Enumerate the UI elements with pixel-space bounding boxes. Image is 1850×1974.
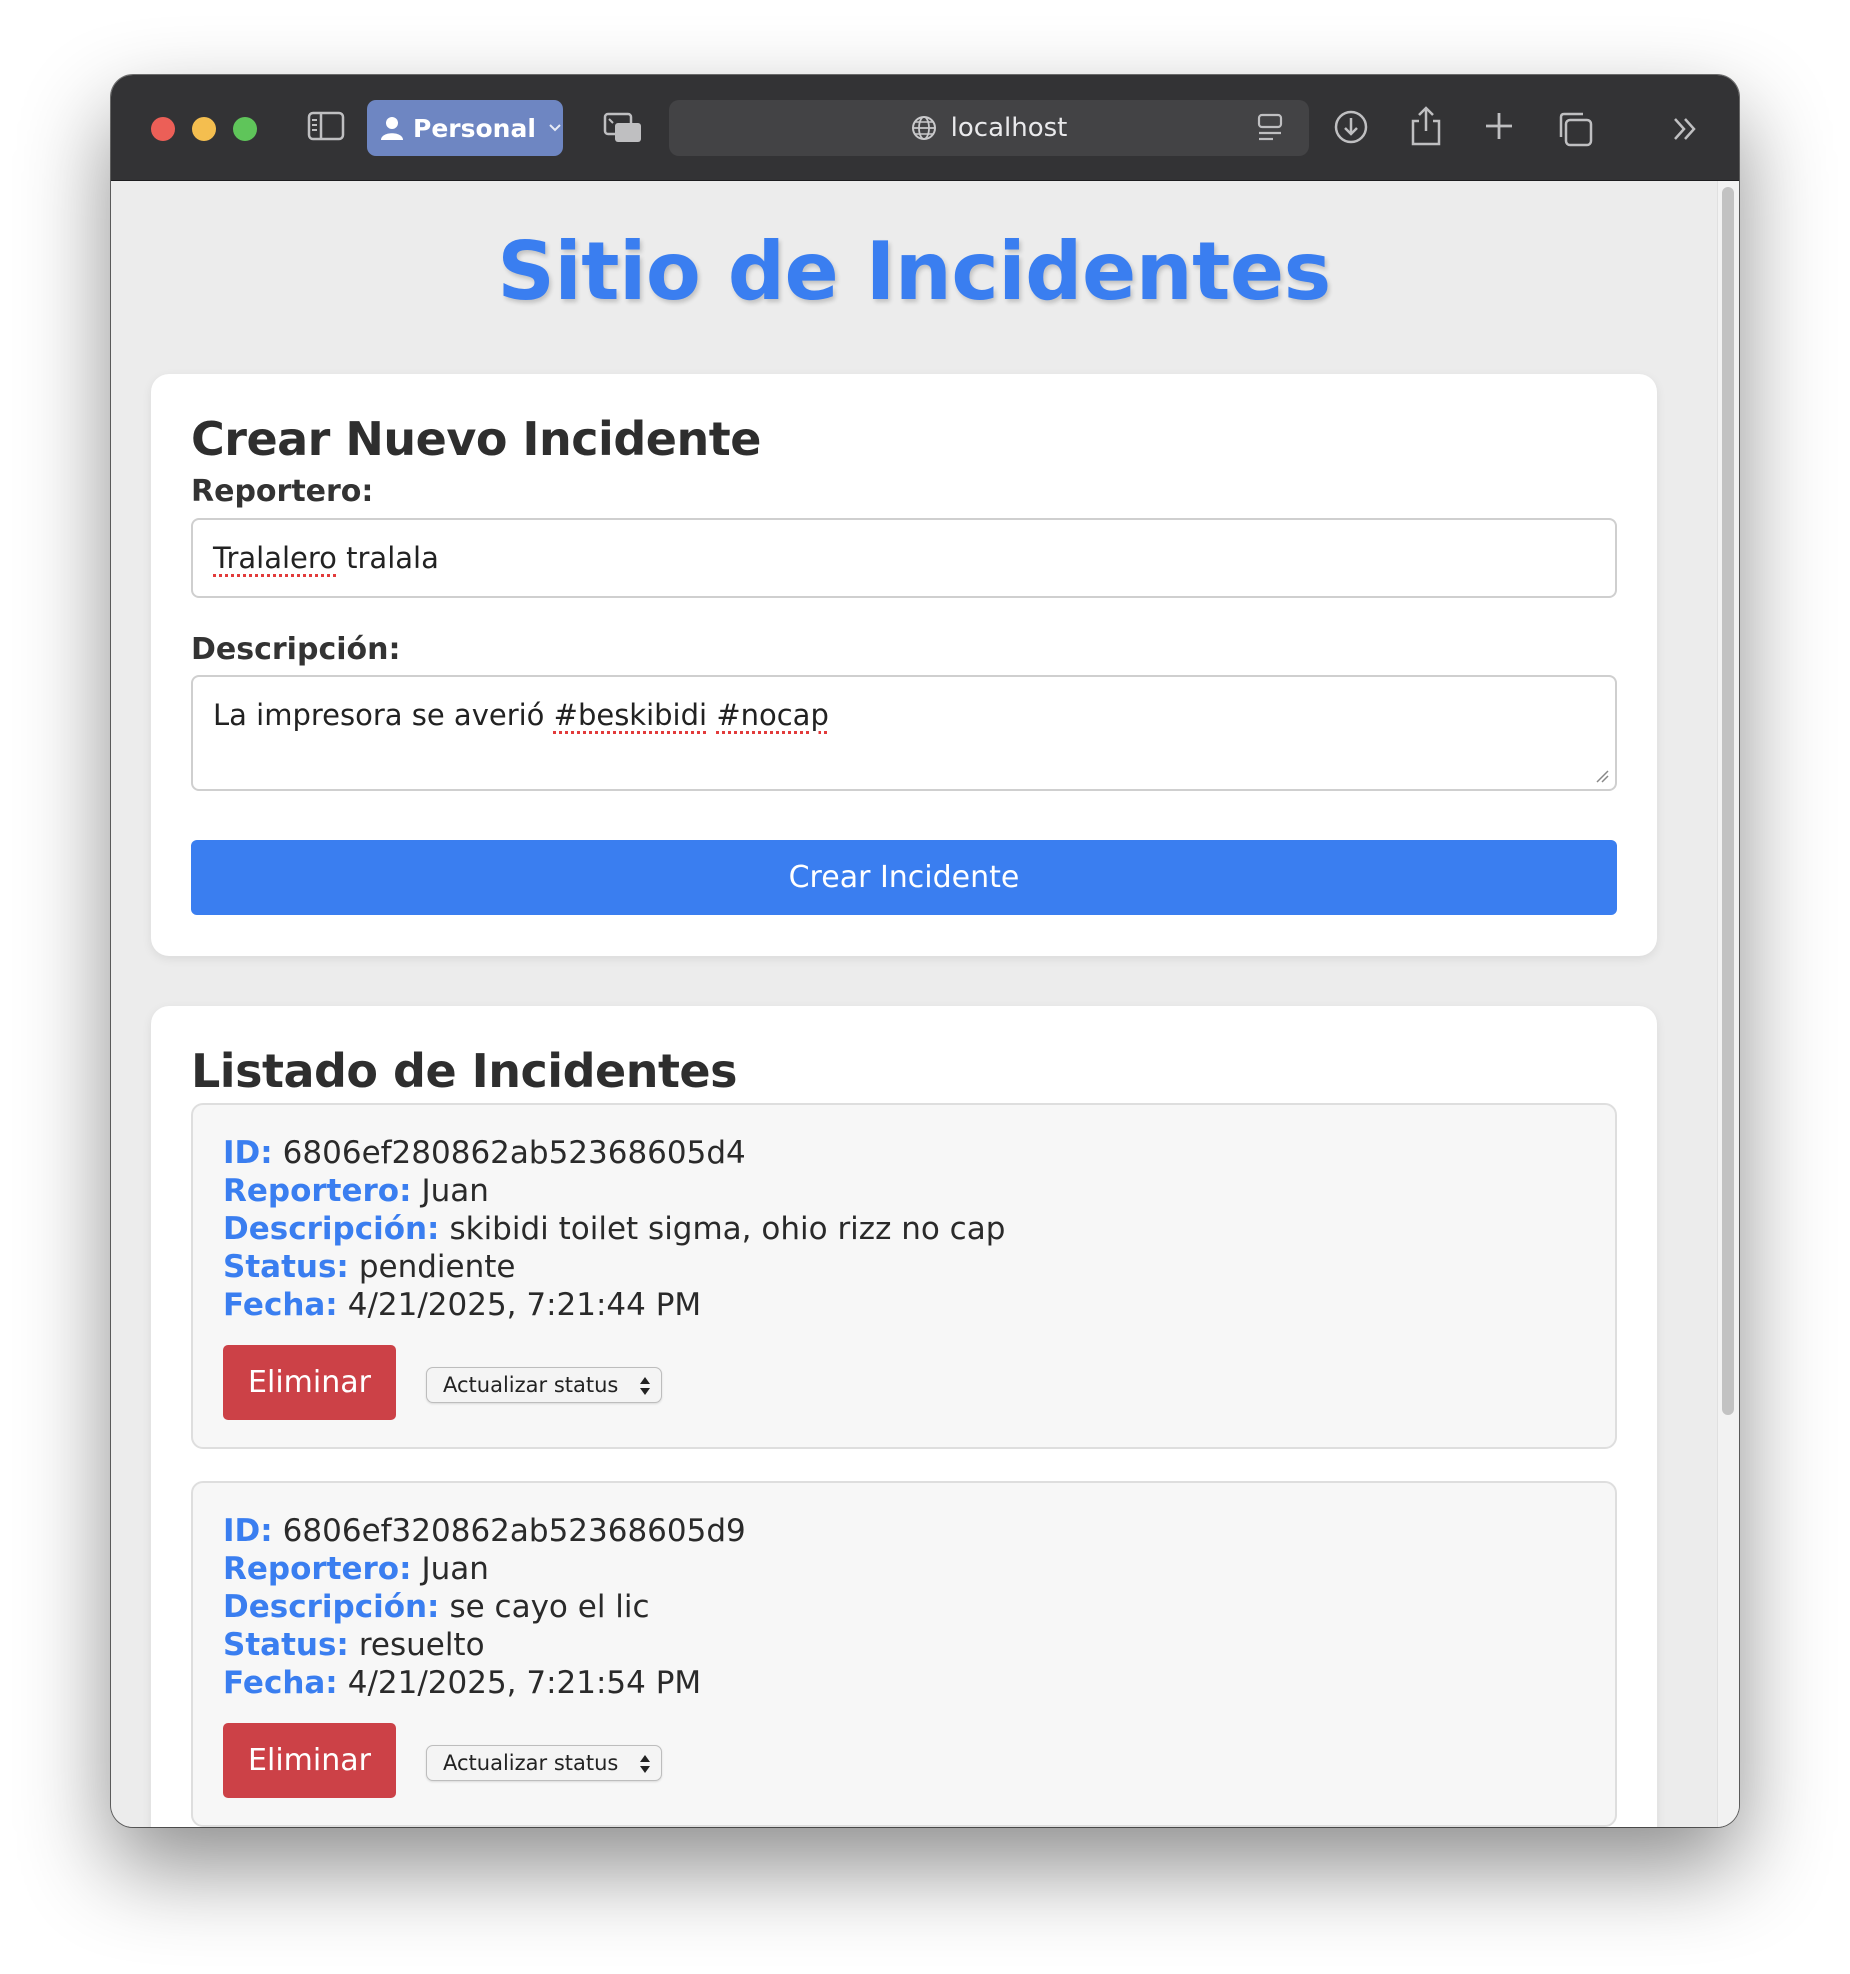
status-field-label: Status: [223, 1249, 349, 1285]
new-tab-icon[interactable] [1483, 110, 1515, 142]
status-field-label: Status: [223, 1627, 349, 1663]
download-icon[interactable] [1333, 109, 1369, 145]
create-incident-card: Crear Nuevo Incidente Reportero: Tralale… [151, 374, 1657, 956]
incident-id: 6806ef320862ab52368605d9 [282, 1513, 746, 1549]
incident-id-row: ID: 6806ef280862ab52368605d4 [223, 1135, 746, 1171]
share-icon[interactable] [1410, 105, 1442, 147]
show-all-tabs-icon[interactable] [1556, 110, 1594, 148]
select-arrows-icon [640, 1377, 650, 1395]
description-textarea[interactable]: La impresora se averió #beskibidi #nocap [191, 675, 1617, 791]
description-tag-2: #nocap [716, 698, 829, 732]
incident-id-row: ID: 6806ef320862ab52368605d9 [223, 1513, 746, 1549]
description-tag-1: #beskibidi [553, 698, 708, 732]
page-content: Sitio de Incidentes Crear Nuevo Incident… [111, 181, 1739, 1827]
incident-description-row: Descripción: skibidi toilet sigma, ohio r… [223, 1211, 1005, 1247]
incident-date: 4/21/2025, 7:21:44 PM [347, 1287, 702, 1323]
incident-status-row: Status: pendiente [223, 1249, 515, 1285]
tab-overview-icon[interactable] [603, 112, 643, 144]
incident-list-card: Listado de Incidentes ID: 6806ef280862ab5… [151, 1006, 1657, 1827]
id-label: ID: [223, 1513, 273, 1549]
person-icon [381, 117, 403, 140]
profile-button[interactable]: Personal [367, 100, 563, 156]
sidebar-toggle-icon[interactable] [307, 111, 345, 141]
reporter-label: Reportero: [191, 474, 374, 509]
reporter-field-label: Reportero: [223, 1551, 412, 1587]
create-incident-heading: Crear Nuevo Incidente [191, 412, 761, 466]
incident-date-row: Fecha: 4/21/2025, 7:21:44 PM [223, 1287, 701, 1323]
scrollbar[interactable] [1717, 181, 1739, 1827]
incident-reporter-row: Reportero: Juan [223, 1551, 489, 1587]
incident-reporter: Juan [421, 1551, 489, 1587]
update-status-select[interactable]: Actualizar status [426, 1745, 662, 1781]
reporter-value-rest: tralala [336, 541, 439, 575]
browser-toolbar: Personal localhost [111, 75, 1739, 181]
incident-reporter-row: Reportero: Juan [223, 1173, 489, 1209]
description-field-label: Descripción: [223, 1589, 440, 1625]
select-arrows-icon [640, 1755, 650, 1773]
incident-status: pendiente [358, 1249, 516, 1285]
incident-description: se cayo el lic [449, 1589, 650, 1625]
description-field-label: Descripción: [223, 1211, 440, 1247]
incident-id: 6806ef280862ab52368605d4 [282, 1135, 746, 1171]
date-field-label: Fecha: [223, 1287, 338, 1323]
description-label: Descripción: [191, 632, 401, 667]
reader-icon[interactable] [1257, 113, 1283, 143]
create-incident-button[interactable]: Crear Incidente [191, 840, 1617, 915]
incident-date-row: Fecha: 4/21/2025, 7:21:54 PM [223, 1665, 701, 1701]
resize-handle-icon[interactable] [1595, 769, 1609, 783]
page-title: Sitio de Incidentes [497, 225, 1331, 318]
chevron-double-right-icon[interactable] [1671, 115, 1699, 143]
description-value-space [707, 698, 716, 732]
description-value-start: La impresora se averió [213, 698, 554, 732]
incident-description: skibidi toilet sigma, ohio rizz no cap [449, 1211, 1006, 1247]
profile-label: Personal [413, 113, 536, 143]
close-window-button[interactable] [151, 117, 175, 141]
globe-icon [911, 116, 936, 140]
incident-date: 4/21/2025, 7:21:54 PM [347, 1665, 702, 1701]
scrollbar-thumb[interactable] [1722, 187, 1734, 1415]
id-label: ID: [223, 1135, 273, 1171]
address-bar[interactable]: localhost [669, 100, 1309, 156]
delete-button[interactable]: Eliminar [223, 1723, 396, 1798]
incident-description-row: Descripción: se cayo el lic [223, 1589, 650, 1625]
update-status-label: Actualizar status [443, 1373, 619, 1397]
incident-item: ID: 6806ef320862ab52368605d9 Reportero: Ju… [191, 1481, 1617, 1827]
incident-status: resuelto [358, 1627, 485, 1663]
reporter-field-label: Reportero: [223, 1173, 412, 1209]
date-field-label: Fecha: [223, 1665, 338, 1701]
reporter-value-word1: Tralalero [213, 541, 337, 575]
zoom-window-button[interactable] [233, 117, 257, 141]
incident-reporter: Juan [421, 1173, 489, 1209]
update-status-select[interactable]: Actualizar status [426, 1367, 662, 1403]
minimize-window-button[interactable] [192, 117, 216, 141]
delete-button[interactable]: Eliminar [223, 1345, 396, 1420]
update-status-label: Actualizar status [443, 1751, 619, 1775]
browser-window: Personal localhost Sitio de Incidentes C… [111, 75, 1739, 1827]
incident-item: ID: 6806ef280862ab52368605d4 Reportero: Ju… [191, 1103, 1617, 1449]
incident-status-row: Status: resuelto [223, 1627, 485, 1663]
reporter-input[interactable]: Tralalero tralala [191, 518, 1617, 598]
address-text: localhost [950, 113, 1068, 143]
incident-list-heading: Listado de Incidentes [191, 1044, 738, 1098]
chevron-down-icon [549, 124, 561, 132]
